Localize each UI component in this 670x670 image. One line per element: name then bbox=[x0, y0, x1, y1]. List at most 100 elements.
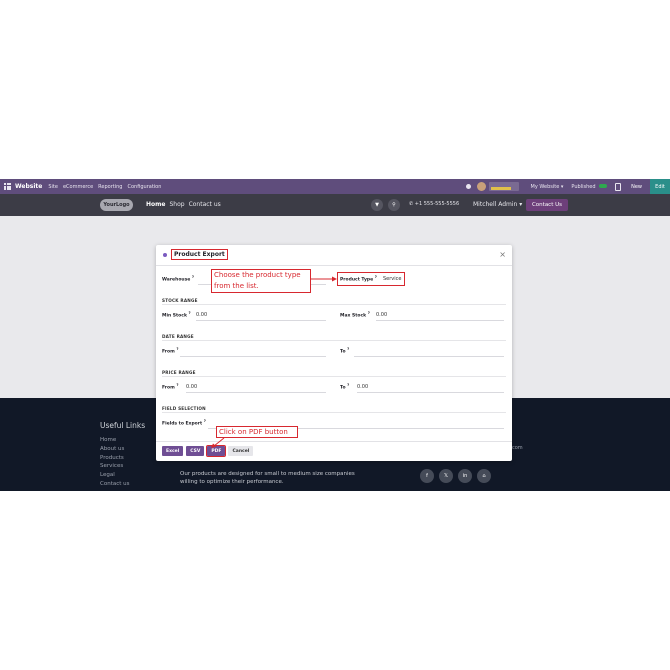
help-icon[interactable]: ? bbox=[347, 383, 349, 387]
help-icon[interactable]: ? bbox=[192, 275, 194, 279]
help-icon[interactable]: ? bbox=[176, 347, 178, 351]
footer-about-text: Our products are designed for small to m… bbox=[180, 471, 355, 485]
website-selector[interactable]: My Website ▾ bbox=[531, 184, 564, 190]
product-export-dialog: Product Export × Warehouse ? Product Typ… bbox=[156, 245, 512, 461]
price-to-label: To ? bbox=[340, 383, 349, 391]
price-to-input[interactable]: 0.00 bbox=[357, 384, 368, 390]
price-from-label-text: From bbox=[162, 385, 175, 391]
edit-button[interactable]: Edit bbox=[650, 179, 670, 194]
footer-link-contact[interactable]: Contact us bbox=[100, 480, 130, 489]
fields-to-export-label: Fields to Export ? bbox=[162, 419, 206, 427]
date-range-heading: DATE RANGE bbox=[162, 334, 506, 341]
warehouse-label: Warehouse ? bbox=[162, 275, 194, 283]
date-from-input[interactable] bbox=[180, 356, 326, 357]
pdf-annotation: Click on PDF button bbox=[216, 426, 298, 438]
min-stock-label: Min Stock ? bbox=[162, 311, 191, 319]
website-header: YourLogo Home Shop Contact us ▼ ⚲ ✆ +1 5… bbox=[0, 194, 670, 216]
date-to-label-text: To bbox=[340, 349, 346, 355]
product-type-label: Product Type ? bbox=[340, 275, 377, 283]
help-icon[interactable]: ? bbox=[204, 419, 206, 423]
user-menu[interactable]: Mitchell Admin ▾ bbox=[473, 201, 522, 208]
odoo-topbar: Website Site eCommerce Reporting Configu… bbox=[0, 179, 670, 194]
annotation-arrow-icon bbox=[311, 276, 337, 282]
app-name[interactable]: Website bbox=[15, 183, 42, 190]
website-selector-label: My Website bbox=[530, 183, 560, 190]
min-stock-label-text: Min Stock bbox=[162, 313, 187, 319]
price-from-underline bbox=[186, 392, 326, 393]
field-selection-heading: FIELD SELECTION bbox=[162, 406, 506, 413]
price-range-heading: PRICE RANGE bbox=[162, 370, 506, 377]
product-type-label-text: Product Type bbox=[340, 277, 374, 283]
home-icon[interactable]: ⌂ bbox=[477, 469, 491, 483]
menu-configuration[interactable]: Configuration bbox=[127, 184, 161, 190]
footer-link-home[interactable]: Home bbox=[100, 436, 130, 445]
published-label: Published bbox=[571, 183, 596, 190]
dialog-header: Product Export × bbox=[156, 245, 512, 266]
min-stock-input[interactable]: 0.00 bbox=[196, 312, 207, 318]
toggle-switch-icon[interactable] bbox=[599, 184, 608, 188]
dialog-title: Product Export bbox=[171, 249, 228, 260]
user-avatar[interactable] bbox=[476, 182, 486, 191]
footer-link-services[interactable]: Services bbox=[100, 462, 130, 471]
x-twitter-icon[interactable]: 𝕏 bbox=[439, 469, 453, 483]
footer-link-legal[interactable]: Legal bbox=[100, 471, 130, 480]
help-icon[interactable]: ? bbox=[368, 311, 370, 315]
facebook-icon[interactable]: f bbox=[420, 469, 434, 483]
footer-links: Home About us Products Services Legal Co… bbox=[100, 436, 130, 489]
menu-ecommerce[interactable]: eCommerce bbox=[63, 184, 93, 190]
date-from-label: From ? bbox=[162, 347, 179, 355]
user-name: Mitchell Admin bbox=[473, 201, 518, 208]
cancel-button[interactable]: Cancel bbox=[228, 446, 254, 456]
footer-link-about[interactable]: About us bbox=[100, 445, 130, 454]
date-to-label: To ? bbox=[340, 347, 349, 355]
menu-reporting[interactable]: Reporting bbox=[98, 184, 122, 190]
date-from-label-text: From bbox=[162, 349, 175, 355]
product-type-annotation: Choose the product type from the list. bbox=[211, 269, 311, 293]
site-logo[interactable]: YourLogo bbox=[100, 199, 133, 211]
max-stock-input[interactable]: 0.00 bbox=[376, 312, 387, 318]
nav-home[interactable]: Home bbox=[146, 201, 165, 208]
footer-email-fragment: com bbox=[512, 445, 523, 451]
warehouse-label-text: Warehouse bbox=[162, 277, 191, 283]
max-stock-label-text: Max Stock bbox=[340, 313, 367, 319]
footer-link-products[interactable]: Products bbox=[100, 454, 130, 463]
apps-menu-icon[interactable] bbox=[4, 183, 11, 190]
help-icon[interactable]: ? bbox=[176, 383, 178, 387]
close-icon[interactable]: × bbox=[499, 250, 506, 259]
useful-links-title: Useful Links bbox=[100, 421, 146, 430]
published-toggle[interactable]: Published bbox=[571, 183, 608, 190]
annotation-arrow-icon bbox=[211, 437, 225, 448]
excel-button[interactable]: Excel bbox=[162, 446, 184, 456]
price-to-label-text: To bbox=[340, 385, 346, 391]
social-links: f 𝕏 in ⌂ bbox=[420, 469, 491, 483]
search-icon[interactable]: ⚲ bbox=[388, 199, 400, 211]
nav-contact[interactable]: Contact us bbox=[189, 201, 221, 208]
product-type-select[interactable]: Service bbox=[383, 276, 401, 282]
help-icon[interactable]: ? bbox=[189, 311, 191, 315]
help-icon[interactable]: ? bbox=[347, 347, 349, 351]
mobile-preview-icon[interactable] bbox=[615, 182, 622, 191]
cart-icon[interactable]: ▼ bbox=[371, 199, 383, 211]
company-switcher[interactable] bbox=[488, 182, 519, 191]
app-dot-icon bbox=[163, 253, 167, 257]
min-stock-underline bbox=[196, 320, 326, 321]
debug-icon[interactable] bbox=[465, 184, 471, 189]
max-stock-label: Max Stock ? bbox=[340, 311, 370, 319]
fields-to-export-label-text: Fields to Export bbox=[162, 421, 203, 427]
max-stock-underline bbox=[376, 320, 504, 321]
phone-number[interactable]: ✆ +1 555-555-5556 bbox=[409, 201, 459, 207]
phone-text: +1 555-555-5556 bbox=[414, 201, 460, 207]
new-button[interactable]: New bbox=[631, 184, 642, 190]
menu-site[interactable]: Site bbox=[48, 184, 58, 190]
help-icon[interactable]: ? bbox=[375, 275, 377, 279]
price-from-input[interactable]: 0.00 bbox=[186, 384, 197, 390]
nav-shop[interactable]: Shop bbox=[169, 201, 184, 208]
date-to-input[interactable] bbox=[354, 356, 504, 357]
price-to-underline bbox=[357, 392, 504, 393]
site-nav: Home Shop Contact us bbox=[146, 201, 221, 208]
screenshot-area: Website Site eCommerce Reporting Configu… bbox=[0, 179, 670, 491]
linkedin-icon[interactable]: in bbox=[458, 469, 472, 483]
dialog-footer-buttons: Excel CSV PDF Cancel bbox=[162, 445, 254, 457]
csv-button[interactable]: CSV bbox=[186, 446, 205, 456]
contact-us-button[interactable]: Contact Us bbox=[526, 199, 568, 211]
